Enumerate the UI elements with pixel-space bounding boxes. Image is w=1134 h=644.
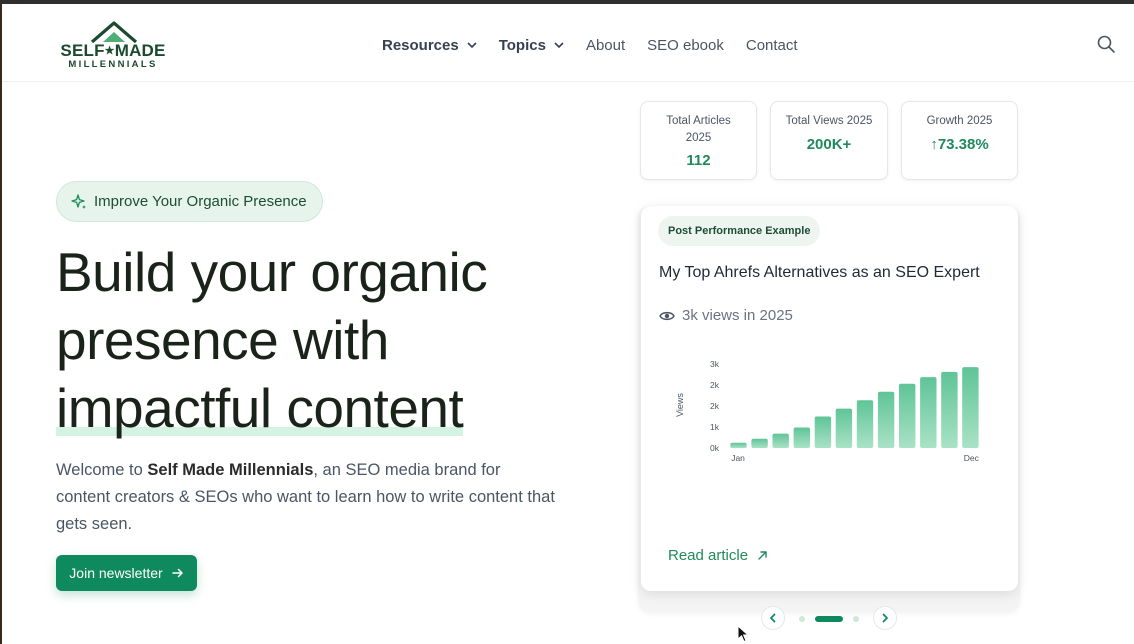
chevron-down-icon (554, 42, 564, 49)
sparkles-icon (71, 193, 86, 209)
join-newsletter-button[interactable]: Join newsletter (56, 555, 197, 591)
eye-icon (659, 311, 675, 320)
stat-growth: Growth 2025 ↑73.38% (901, 101, 1018, 180)
carousel-dot[interactable] (853, 616, 859, 622)
brand-logo[interactable]: SELF★MADE MILLENNIALS (58, 21, 168, 71)
carousel-next-button[interactable] (873, 606, 897, 630)
search-icon[interactable] (1096, 34, 1116, 54)
read-article-link[interactable]: Read article (668, 547, 768, 564)
y-tick-label: 1k (710, 422, 720, 432)
carousel-dot-active[interactable] (815, 616, 843, 622)
join-newsletter-label: Join newsletter (69, 565, 163, 581)
card-pill: Post Performance Example (658, 216, 821, 246)
headline-line-1: Build your organic (56, 241, 488, 303)
card-title[interactable]: My Top Ahrefs Alternatives as an SEO Exp… (659, 264, 980, 282)
stat-total-articles: Total Articles 2025 112 (640, 101, 757, 180)
chart-bar-oct (920, 377, 937, 448)
stat-label: Total Views 2025 (785, 115, 873, 127)
y-axis-title: Views (675, 393, 685, 417)
window-left-edge (0, 4, 2, 644)
stat-label: Growth 2025 (926, 115, 993, 127)
main-nav: Resources Topics About SEO ebook Contact (382, 35, 820, 55)
carousel-prev-button[interactable] (761, 606, 785, 630)
nav-contact[interactable]: Contact (746, 37, 798, 54)
arrow-right-icon (171, 568, 183, 578)
stat-label: Total Articles 2025 (666, 115, 731, 144)
hero-badge: Improve Your Organic Presence (56, 181, 323, 222)
chart-bar-jan (730, 442, 747, 449)
read-article-label: Read article (668, 547, 749, 564)
brand-name-line2: MILLENNIALS (68, 59, 158, 70)
x-tick-label: Jan (731, 453, 745, 463)
chevron-down-icon (467, 42, 477, 49)
hero-headline: Build your organic presence with impactf… (56, 238, 576, 442)
chevron-left-icon (770, 613, 776, 623)
card-views-label: 3k views in 2025 (682, 307, 793, 324)
mouse-cursor-icon (737, 625, 749, 643)
chart-bar-sep (899, 383, 916, 448)
hero-badge-label: Improve Your Organic Presence (94, 193, 307, 210)
chart-bar-aug (877, 391, 895, 448)
chart-bar-jun (835, 408, 853, 448)
headline-line-2: presence with (56, 309, 389, 371)
post-performance-card: Post Performance Example My Top Ahrefs A… (641, 206, 1018, 591)
carousel-dot[interactable] (799, 616, 805, 622)
brand-name-line1: SELF★MADE (60, 41, 166, 60)
y-tick-label: 2k (710, 401, 720, 411)
site-header: SELF★MADE MILLENNIALS Resources Topics A… (2, 4, 1134, 82)
nav-resources[interactable]: Resources (382, 37, 477, 54)
nav-about[interactable]: About (586, 37, 625, 54)
headline-line-3: impactful content (56, 374, 464, 442)
y-tick-label: 2k (710, 380, 720, 390)
stat-total-views: Total Views 2025 200K+ (770, 101, 888, 180)
chevron-right-icon (882, 613, 888, 623)
nav-topics[interactable]: Topics (499, 37, 564, 54)
stat-value: 200K+ (806, 136, 852, 153)
card-views: 3k views in 2025 (659, 307, 793, 324)
chart-bar-feb (751, 438, 768, 448)
arrow-up-right-icon (758, 551, 767, 560)
chart-bar-mar (772, 433, 789, 448)
chart-bar-may (814, 416, 832, 448)
intro-brand-name: Self Made Millennials (147, 461, 314, 479)
chart-bar-nov (941, 371, 958, 448)
chart-bar-jul (856, 400, 874, 448)
hero-intro: Welcome to Self Made Millennials, an SEO… (56, 461, 555, 533)
chart-bar-dec (962, 367, 979, 448)
y-tick-label: 0k (710, 443, 720, 453)
stat-value: 112 (686, 152, 711, 169)
mountain-logo-icon (90, 21, 138, 43)
chart-bar-apr (793, 427, 810, 448)
y-tick-label: 3k (710, 359, 720, 369)
stat-value: ↑73.38% (930, 136, 989, 153)
nav-seo-ebook[interactable]: SEO ebook (647, 37, 724, 54)
views-bar-chart: Views 0k 1k 2k 2k 3k Jan Dec (675, 359, 980, 463)
x-tick-label: Dec (964, 453, 980, 463)
